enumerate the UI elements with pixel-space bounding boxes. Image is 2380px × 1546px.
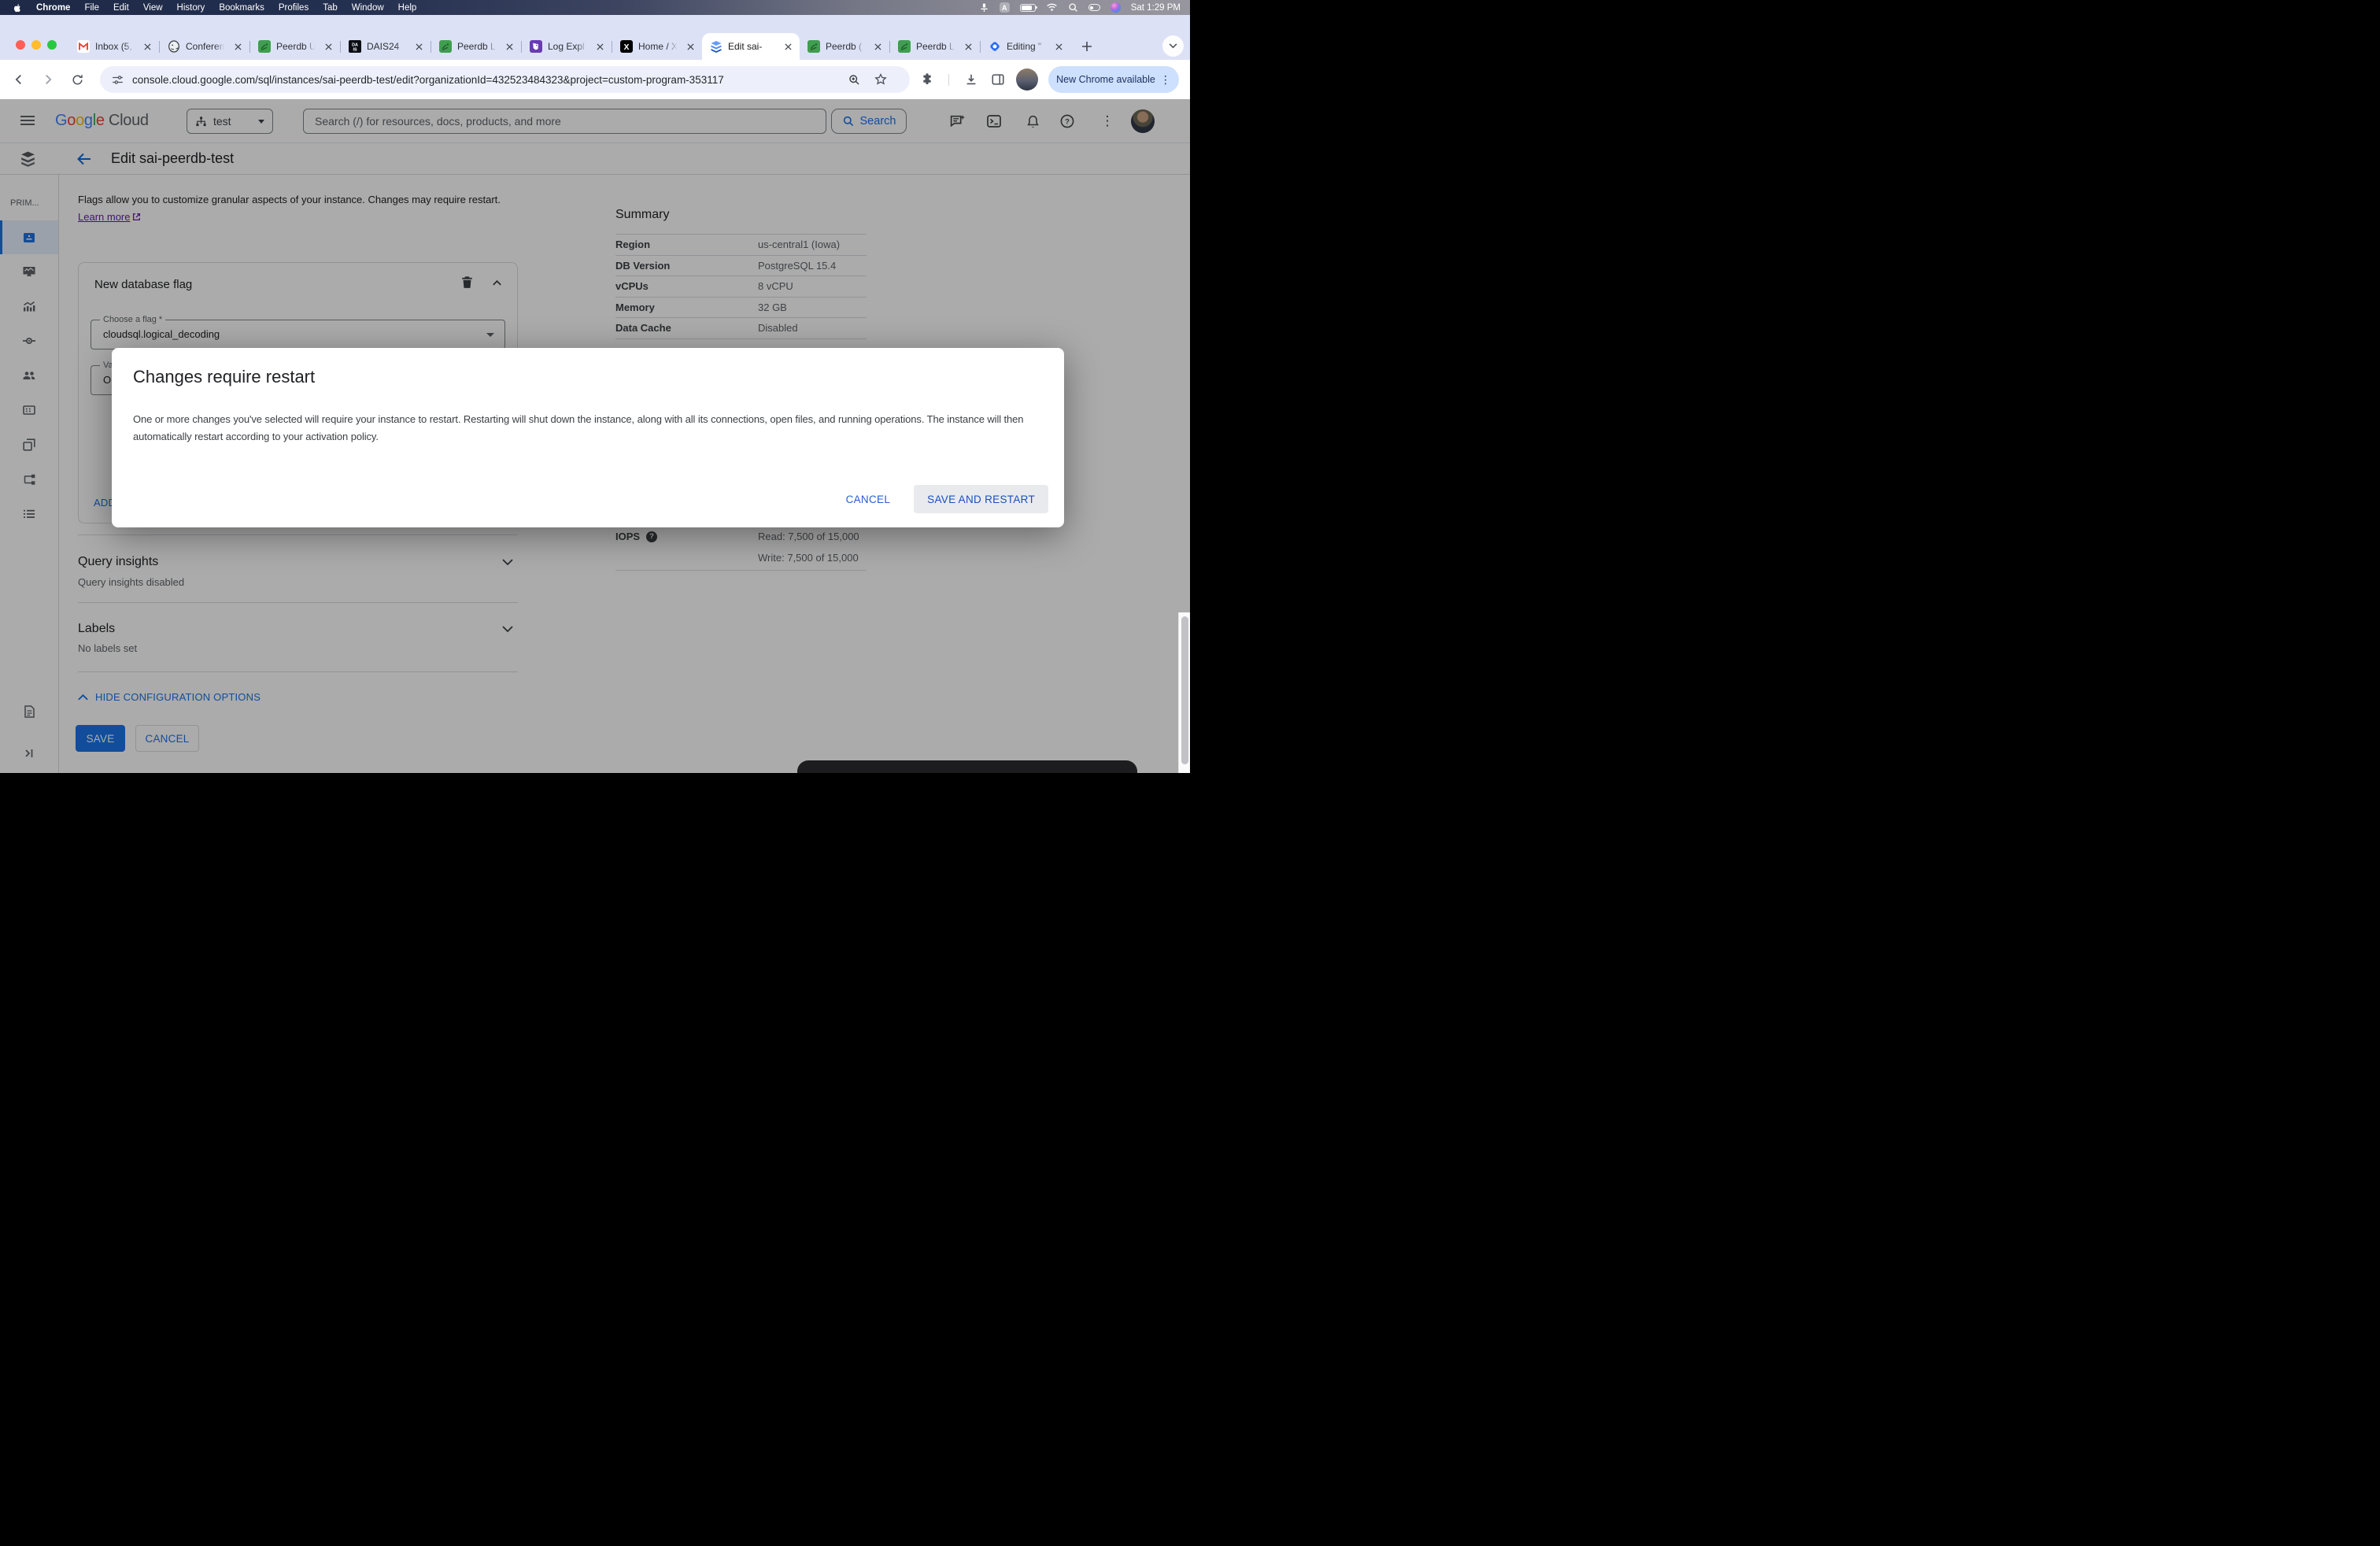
close-icon[interactable]	[684, 40, 697, 53]
new-tab-button[interactable]	[1077, 36, 1097, 57]
tab-x-home[interactable]: X Home / X	[612, 33, 702, 60]
url-text[interactable]: console.cloud.google.com/sql/instances/s…	[132, 74, 724, 86]
peerdb-icon	[258, 40, 271, 53]
dialog-body: One or more changes you've selected will…	[133, 413, 1024, 442]
chrome-update-label: New Chrome available	[1056, 74, 1155, 85]
tab-log-explorer[interactable]: Log Expl	[522, 33, 612, 60]
chrome-update-pill[interactable]: New Chrome available ⋮	[1048, 66, 1179, 93]
tab-peerdb-4[interactable]: Peerdb L	[890, 33, 980, 60]
gmail-icon	[77, 40, 90, 53]
close-icon[interactable]	[1052, 40, 1065, 53]
menu-item-edit[interactable]: Edit	[113, 3, 129, 13]
close-icon[interactable]	[412, 40, 425, 53]
tab-dais24[interactable]: DA IS DAIS24	[341, 33, 431, 60]
menu-status-area: A Sat 1:29 PM	[979, 2, 1190, 13]
forward-icon[interactable]	[39, 70, 57, 89]
macos-dock-hint[interactable]	[797, 760, 1137, 773]
screen: Chrome File Edit View History Bookmarks …	[0, 0, 1190, 773]
tab-search-button[interactable]	[1162, 35, 1184, 57]
window-close-button[interactable]	[16, 40, 25, 50]
dais-icon: DA IS	[349, 40, 361, 53]
tab-peerdb-2[interactable]: Peerdb L	[431, 33, 521, 60]
reload-icon[interactable]	[68, 70, 87, 89]
side-panel-icon[interactable]	[989, 70, 1007, 89]
window-zoom-button[interactable]	[47, 40, 57, 50]
menu-item-chrome[interactable]: Chrome	[36, 3, 70, 13]
battery-icon[interactable]	[1019, 3, 1037, 12]
page-viewport: Google Cloud test Search (/) for resourc…	[0, 99, 1190, 773]
siri-icon[interactable]	[1110, 2, 1121, 13]
omnibox[interactable]: console.cloud.google.com/sql/instances/s…	[100, 66, 910, 93]
profile-avatar[interactable]	[1016, 68, 1038, 91]
menu-item-file[interactable]: File	[84, 3, 99, 13]
zoom-icon[interactable]	[848, 73, 861, 87]
menu-item-profiles[interactable]: Profiles	[279, 3, 309, 13]
dialog-save-and-restart-button[interactable]: SAVE AND RESTART	[914, 485, 1048, 513]
svg-text:IS: IS	[353, 48, 357, 53]
close-icon[interactable]	[231, 40, 244, 53]
menu-clock[interactable]: Sat 1:29 PM	[1131, 3, 1181, 13]
tab-edit-instance-active[interactable]: Edit sai-	[702, 33, 800, 60]
menu-item-window[interactable]: Window	[352, 3, 384, 13]
wifi-icon[interactable]	[1046, 3, 1058, 12]
macos-menu-bar: Chrome File Edit View History Bookmarks …	[0, 0, 1190, 15]
app-switcher-icon[interactable]: A	[999, 2, 1010, 13]
back-icon[interactable]	[9, 70, 28, 89]
postgresql-icon	[168, 40, 180, 53]
download-icon[interactable]	[962, 70, 981, 89]
peerdb-icon	[439, 40, 452, 53]
restart-dialog: Changes require restart One or more chan…	[112, 348, 1064, 527]
extensions-icon[interactable]	[918, 70, 937, 89]
close-icon[interactable]	[593, 40, 606, 53]
display-icon[interactable]	[979, 2, 989, 13]
tabs-container: Inbox (5, Conferen Peerdb U DAIS DAIS24	[69, 33, 1097, 60]
apple-icon[interactable]	[13, 2, 22, 13]
close-icon[interactable]	[782, 40, 794, 53]
menu-item-help[interactable]: Help	[398, 3, 417, 13]
menu-item-view[interactable]: View	[143, 3, 163, 13]
window-minimize-button[interactable]	[31, 40, 41, 50]
menu-left: Chrome File Edit View History Bookmarks …	[0, 2, 416, 13]
peerdb-icon	[898, 40, 911, 53]
svg-text:DA: DA	[352, 43, 358, 47]
spotlight-icon[interactable]	[1068, 2, 1078, 13]
chrome-tab-strip: Inbox (5, Conferen Peerdb U DAIS DAIS24	[0, 15, 1190, 60]
chrome-toolbar: console.cloud.google.com/sql/instances/s…	[0, 60, 1190, 99]
dialog-cancel-button[interactable]: CANCEL	[846, 494, 891, 505]
more-menu-icon[interactable]: ⋮	[1160, 73, 1171, 87]
close-icon[interactable]	[141, 40, 153, 53]
scrollbar-thumb[interactable]	[1181, 616, 1188, 764]
dialog-title: Changes require restart	[133, 367, 316, 386]
cloud-sql-icon	[710, 40, 722, 53]
close-icon[interactable]	[962, 40, 974, 53]
tab-peerdb-1[interactable]: Peerdb U	[250, 33, 340, 60]
menu-item-bookmarks[interactable]: Bookmarks	[219, 3, 264, 13]
dialog-buttons: CANCEL SAVE AND RESTART	[846, 485, 1048, 513]
x-icon: X	[620, 40, 633, 53]
control-center-icon[interactable]	[1088, 4, 1100, 11]
tab-inbox[interactable]: Inbox (5,	[69, 33, 159, 60]
datadog-icon	[530, 40, 542, 53]
tab-peerdb-3[interactable]: Peerdb (	[800, 33, 889, 60]
menu-item-history[interactable]: History	[177, 3, 205, 13]
tab-editing[interactable]: Editing "	[981, 33, 1070, 60]
page-scrollbar[interactable]	[1178, 612, 1190, 773]
tab-conference[interactable]: Conferen	[160, 33, 249, 60]
close-icon[interactable]	[322, 40, 334, 53]
close-icon[interactable]	[503, 40, 516, 53]
peerdb-icon	[808, 40, 820, 53]
bookmark-star-icon[interactable]	[874, 72, 888, 87]
menu-item-tab[interactable]: Tab	[323, 3, 338, 13]
editing-doc-icon	[989, 40, 1001, 53]
svg-text:X: X	[623, 43, 629, 52]
close-icon[interactable]	[871, 40, 884, 53]
toolbar-divider	[948, 74, 949, 86]
site-settings-icon[interactable]	[111, 73, 124, 87]
